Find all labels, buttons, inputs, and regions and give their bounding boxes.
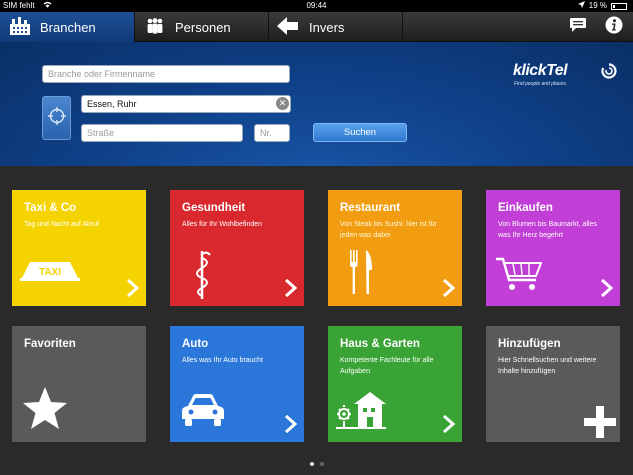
battery-icon — [611, 2, 627, 10]
strasse-input[interactable]: Straße — [81, 124, 243, 142]
chat-icon — [569, 17, 587, 38]
page-dot-2[interactable] — [319, 462, 324, 466]
chevron-right-icon — [442, 278, 456, 298]
chevron-right-icon — [284, 278, 298, 298]
tile-subtitle: Von Blumen bis Baumarkt, alles was Ihr H… — [498, 221, 597, 239]
tile-subtitle: Tag und Nacht auf Abruf — [24, 221, 100, 228]
status-bar: SIM fehlt 09:44 19 % — [0, 0, 633, 12]
tile-subtitle: Kompetente Fachleute für alle Aufgaben — [340, 357, 434, 375]
tab-invers-label: Invers — [309, 19, 345, 35]
tab-branchen[interactable]: Branchen — [0, 12, 134, 42]
chevron-right-icon — [600, 278, 614, 298]
crosshair-icon — [47, 106, 67, 131]
logo-tagline: Find people and places. — [514, 81, 568, 87]
tile-title: Favoriten — [24, 338, 76, 350]
tile-title: Haus & Garten — [340, 338, 420, 350]
search-button[interactable]: Suchen — [313, 123, 407, 142]
tile-haus-garten[interactable]: Haus & Garten Kompetente Fachleute für a… — [328, 326, 462, 442]
page-indicator[interactable] — [0, 462, 633, 466]
car-icon — [180, 392, 226, 433]
tile-title: Auto — [182, 338, 209, 350]
hausnummer-input[interactable]: Nr. — [254, 124, 290, 142]
tab-divider — [402, 12, 403, 42]
chevron-right-icon — [284, 414, 298, 434]
klicktel-logo: klickTel Find people and places. — [513, 62, 618, 90]
taxi-icon: TAXI — [20, 260, 80, 287]
logo-name: klickTel — [513, 62, 568, 79]
search-panel: Branche oder Firmenname Essen, Ruhr ✕ St… — [0, 42, 633, 166]
tile-title: Taxi & Co — [24, 202, 77, 214]
star-icon — [22, 386, 68, 435]
caduceus-icon — [190, 248, 214, 305]
category-grid: Taxi & Co Tag und Nacht auf Abruf TAXI G… — [0, 166, 633, 475]
tile-favoriten[interactable]: Favoriten — [12, 326, 146, 442]
house-garden-icon — [336, 390, 386, 435]
tile-einkaufen[interactable]: Einkaufen Von Blumen bis Baumarkt, alles… — [486, 190, 620, 306]
tab-personen-label: Personen — [175, 19, 231, 35]
buildings-icon — [10, 16, 30, 38]
clear-ort-button[interactable]: ✕ — [276, 97, 289, 110]
tile-subtitle: Von Steak bis Sushi: hier ist für jeden … — [340, 221, 437, 239]
tile-subtitle: Hier Schnellsuchen und weitere Inhalte h… — [498, 357, 597, 375]
tile-title: Einkaufen — [498, 202, 553, 214]
tile-restaurant[interactable]: Restaurant Von Steak bis Sushi: hier ist… — [328, 190, 462, 306]
tab-personen[interactable]: Personen — [134, 12, 268, 42]
tile-title: Gesundheit — [182, 202, 246, 214]
tile-title: Restaurant — [340, 202, 401, 214]
tile-subtitle: Alles für Ihr Wohlbefinden — [182, 221, 263, 228]
branche-firma-input[interactable]: Branche oder Firmenname — [42, 65, 290, 83]
tile-gesundheit[interactable]: Gesundheit Alles für Ihr Wohlbefinden — [170, 190, 304, 306]
cutlery-icon — [348, 248, 374, 301]
info-icon — [605, 16, 623, 39]
tile-taxi[interactable]: Taxi & Co Tag und Nacht auf Abruf TAXI — [12, 190, 146, 306]
ort-input[interactable]: Essen, Ruhr — [81, 95, 291, 113]
info-button[interactable] — [604, 16, 624, 39]
chevron-right-icon — [442, 414, 456, 434]
tab-invers[interactable]: Invers — [268, 12, 402, 42]
svg-text:TAXI: TAXI — [39, 267, 61, 278]
tile-auto[interactable]: Auto Alles was Ihr Auto braucht — [170, 326, 304, 442]
locate-me-button[interactable] — [42, 96, 71, 140]
logo-swirl-icon — [601, 63, 617, 84]
tile-hinzufuegen[interactable]: Hinzufügen Hier Schnellsuchen und weiter… — [486, 326, 620, 442]
people-icon — [145, 17, 165, 37]
page-dot-1[interactable] — [309, 462, 314, 466]
chevron-right-icon — [126, 278, 140, 298]
battery-label: 19 % — [588, 1, 607, 10]
tab-bar: Branchen Personen Invers — [0, 12, 633, 42]
plus-icon — [584, 406, 616, 443]
chat-button[interactable] — [568, 17, 588, 37]
shopping-cart-icon — [496, 256, 543, 297]
tile-title: Hinzufügen — [498, 338, 561, 350]
tile-subtitle: Alles was Ihr Auto braucht — [182, 357, 263, 364]
clock-label: 09:44 — [306, 1, 327, 10]
location-arrow-icon — [577, 0, 585, 12]
clear-icon: ✕ — [278, 98, 287, 108]
arrow-left-icon — [277, 16, 299, 38]
tab-branchen-label: Branchen — [40, 19, 96, 35]
